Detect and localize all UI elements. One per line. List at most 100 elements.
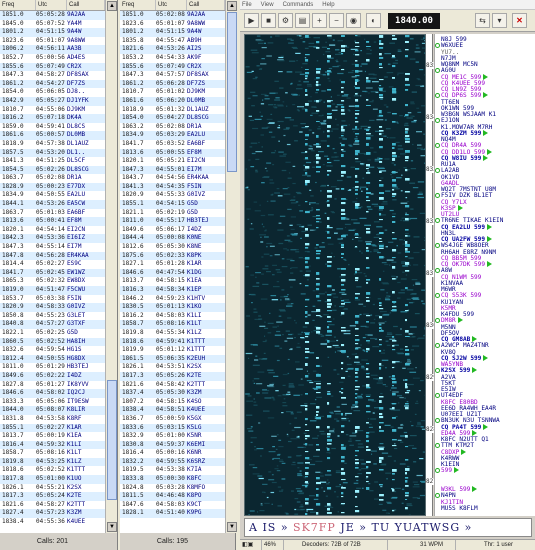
play-arrow-icon[interactable] <box>483 423 489 430</box>
table-row[interactable]: 1841.3 04:54:35 F5IN <box>120 182 225 192</box>
scroll-down-arrow-icon[interactable]: ▼ <box>107 522 117 532</box>
table-row[interactable]: 1816.2 05:07:18 DK4A <box>0 114 105 123</box>
col-header-call[interactable]: Call <box>187 0 225 10</box>
table-row[interactable]: 1853.7 05:03:38 F5IN <box>0 295 105 304</box>
table-row[interactable]: 1846.2 04:59:23 K1HTV <box>120 295 225 304</box>
table-row[interactable]: 1811.5 04:46:48 K8PO <box>120 492 225 501</box>
table-row[interactable]: 1816.2 04:58:03 K1LI <box>120 312 225 321</box>
play-arrow-icon[interactable] <box>483 92 489 99</box>
table-row[interactable]: 1834.9 05:03:29 EA2LU <box>120 131 225 140</box>
table-row[interactable]: 1811.0 05:01:29 HB3TEJ <box>0 363 105 372</box>
table-row[interactable]: 1820.1 04:54:14 EI2CN <box>0 226 105 235</box>
play-arrow-icon[interactable] <box>472 486 478 492</box>
table-row[interactable]: 1819.9 05:01:12 K1TTT <box>120 346 225 355</box>
table-row[interactable]: 1863.2 05:02:08 DR1A <box>120 123 225 132</box>
table-row[interactable]: 1863.7 05:01:03 EA6BF <box>0 209 105 218</box>
table-row[interactable]: 1865.3 05:02:32 EW8DX <box>0 277 105 286</box>
table-row[interactable]: 1820.1 05:05:21 EI2CN <box>120 157 225 166</box>
table-row[interactable]: 1846.6 04:47:54 K1DG <box>120 268 225 278</box>
table-row[interactable]: 1849.6 05:06:17 I4DZ <box>120 226 225 235</box>
table-row[interactable]: 1823.6 05:01:07 9A8WW <box>0 37 105 46</box>
table-row[interactable]: 1843.7 04:54:56 ER4KAA <box>120 174 225 183</box>
cq-icon[interactable]: ◉ <box>346 13 361 28</box>
table-row[interactable]: 1812.4 04:50:55 HG8DX <box>0 354 105 364</box>
table-row[interactable]: 1818.9 04:57:38 DL1AUZ <box>0 140 105 149</box>
table-row[interactable]: 1841.3 04:51:25 DL5CF <box>0 157 105 166</box>
table-row[interactable]: 1827.8 05:01:27 IK8YVV <box>0 381 105 390</box>
play-arrow-icon[interactable] <box>457 204 463 211</box>
table-row[interactable]: 1840.8 04:57:27 G3TXF <box>0 320 105 329</box>
table-row[interactable]: 1813.7 05:00:19 K1EA <box>0 432 105 441</box>
table-row[interactable]: 1851.0 05:02:08 9A2AA <box>120 11 225 20</box>
table-row[interactable]: 1855.1 04:54:15 G5D <box>120 200 225 209</box>
table-row[interactable]: 1833.8 05:00:30 K8FC <box>120 475 225 484</box>
table-row[interactable]: 1842.9 05:05:27 DJ1YFK <box>0 96 105 106</box>
scroll-thumb[interactable] <box>227 12 237 172</box>
table-row[interactable]: 1858.7 05:08:16 K1LT <box>120 320 225 329</box>
table-row[interactable]: 1817.8 05:01:00 K1UO <box>0 475 105 484</box>
table-row[interactable]: 1847.3 04:58:27 DF8SAX <box>0 71 105 80</box>
play-arrow-icon[interactable] <box>487 261 493 267</box>
play-arrow-icon[interactable] <box>487 148 493 155</box>
table-row[interactable]: 1858.7 05:08:16 K1LT <box>0 449 105 458</box>
play-arrow-icon[interactable] <box>483 129 489 136</box>
play-arrow-icon[interactable] <box>457 317 463 324</box>
table-row[interactable]: 1860.5 05:02:52 HA8IH <box>0 337 105 347</box>
table-row[interactable]: 1819.8 04:55:34 K1LZ <box>120 329 225 338</box>
table-row[interactable]: 1812.6 05:05:30 K8NE <box>120 243 225 252</box>
table-row[interactable]: 1842.3 04:53:36 EI6IZ <box>0 234 105 244</box>
save-icon[interactable]: ▤ <box>295 13 310 28</box>
table-row[interactable]: 1861.5 05:06:35 K2EUH <box>120 354 225 364</box>
table-row[interactable]: 1853.2 04:54:33 AK9F <box>120 54 225 63</box>
table-row[interactable]: 1813.6 05:00:41 EF8M <box>0 217 105 226</box>
scroll-up-arrow-icon[interactable]: ▲ <box>227 1 237 11</box>
table-row[interactable]: 1847.3 04:55:01 EI7M <box>120 165 225 175</box>
table-row[interactable]: 1827.4 04:57:23 K3ZM <box>0 509 105 519</box>
table-row[interactable]: 1832.9 05:01:00 K5NR <box>120 432 225 441</box>
table-row[interactable]: 1830.5 05:01:13 K1KO <box>120 303 225 312</box>
play-arrow-icon[interactable] <box>487 236 493 242</box>
table-row[interactable]: 1818.9 05:01:32 DL1AUZ <box>120 106 225 115</box>
telnet-icon[interactable]: ⇆ <box>475 13 490 28</box>
zoom-out-icon[interactable]: − <box>329 13 344 28</box>
table-row[interactable]: 1824.8 05:03:28 K8MFO <box>120 484 225 493</box>
table-row[interactable]: 1831.8 04:53:58 K8RF <box>0 415 105 424</box>
table-row[interactable]: 1852.7 05:00:56 AD4ES <box>0 54 105 63</box>
table-row[interactable]: 1855.6 05:07:49 CR2X <box>120 62 225 72</box>
table-row[interactable]: 1807.2 04:58:15 K4SO <box>120 398 225 407</box>
play-arrow-icon[interactable] <box>483 154 489 161</box>
table-row[interactable]: 1844.1 04:53:26 EA5CW <box>0 200 105 209</box>
table-row[interactable]: 1844.4 05:00:08 K0NE <box>120 234 225 244</box>
table-row[interactable]: 1838.4 04:55:36 K4UEE <box>0 518 105 527</box>
decoded-callsign[interactable]: 599 <box>441 467 460 475</box>
table-row[interactable]: 1821.6 04:58:42 K2TTT <box>120 381 225 390</box>
zoom-in-icon[interactable]: + <box>312 13 327 28</box>
table-row[interactable]: 1801.2 04:51:15 9A4W <box>120 28 225 37</box>
table-row[interactable]: 1819.8 04:53:25 K1LZ <box>0 457 105 467</box>
table-row[interactable]: 1847.6 04:58:03 K9CT <box>120 501 225 510</box>
table-row[interactable]: 1827.1 05:01:28 K1AR <box>120 260 225 269</box>
table-row[interactable]: 1849.6 05:02:22 I4DZ <box>0 371 105 381</box>
table-row[interactable]: 1861.2 04:54:27 DF7ZS <box>0 79 105 89</box>
table-row[interactable]: 1826.1 04:53:51 K2SX <box>120 363 225 372</box>
table-row[interactable]: 1855.6 05:07:49 CR2X <box>0 62 105 72</box>
table-row[interactable]: 1817.3 05:05:24 K2TE <box>0 492 105 501</box>
table-row[interactable]: 1841.7 05:03:52 EA6BF <box>120 140 225 149</box>
table-row[interactable]: 1850.8 04:55:23 G3LET <box>0 312 105 321</box>
table-row[interactable]: 1854.5 05:02:26 DL8SCG <box>0 165 105 175</box>
col-header-freq[interactable]: Freq <box>120 0 156 10</box>
table-row[interactable]: 1832.6 04:59:54 HG1S <box>0 346 105 355</box>
table-row[interactable]: 1818.6 05:02:52 K1TTT <box>0 466 105 475</box>
table-row[interactable]: 1837.4 05:05:30 K3ZM <box>120 389 225 398</box>
table-row[interactable]: 1855.1 05:02:27 K1AR <box>0 423 105 433</box>
table-row[interactable]: 1851.0 05:05:28 9A2AA <box>0 11 105 20</box>
table-row[interactable]: 1844.0 05:08:07 K8LIR <box>0 406 105 415</box>
table-row[interactable]: 1833.3 05:05:06 IT9ESW <box>0 398 105 407</box>
stop-icon[interactable]: ■ <box>261 13 276 28</box>
spot-list-left-area[interactable]: Freq Utc Call 1851.0 05:05:28 9A2AA 1845.0 0… <box>0 0 105 533</box>
decoder-text-highlight[interactable]: SK7FP <box>293 521 336 534</box>
table-row[interactable]: 1818.6 04:59:41 K1TTT <box>120 337 225 347</box>
table-row[interactable]: 1863.7 05:02:08 DR1A <box>0 174 105 183</box>
table-row[interactable]: 1820.9 04:55:33 G0IVZ <box>120 191 225 200</box>
table-row[interactable]: 1861.2 05:06:28 DF7ZS <box>120 79 225 89</box>
